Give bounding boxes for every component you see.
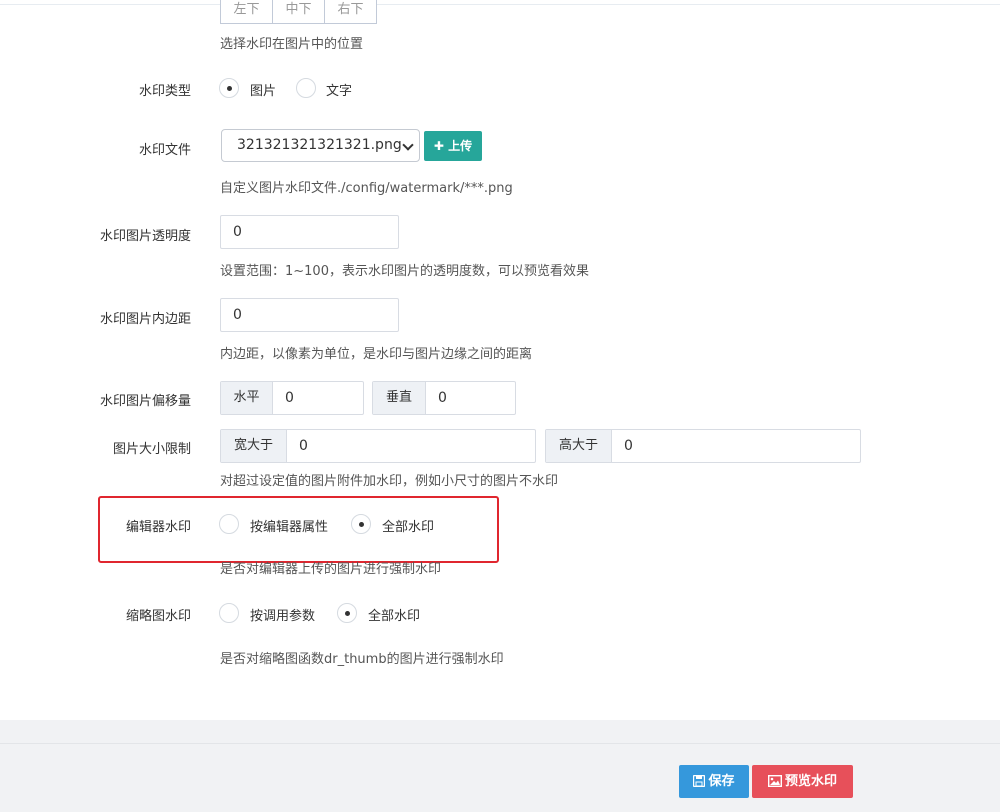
size-width-addon: 宽大于 bbox=[221, 430, 287, 462]
size-height-group: 高大于 0 bbox=[545, 429, 861, 463]
image-icon bbox=[767, 774, 782, 788]
size-width-group: 宽大于 0 bbox=[220, 429, 536, 463]
size-limit-help: 对超过设定值的图片附件加水印，例如小尺寸的图片不水印 bbox=[220, 474, 559, 489]
offset-vertical-addon: 垂直 bbox=[373, 382, 426, 414]
size-height-input[interactable]: 0 bbox=[612, 430, 860, 462]
upload-button-label: 上传 bbox=[448, 139, 473, 153]
save-button[interactable]: 保存 bbox=[679, 765, 749, 798]
position-bottom-center-button[interactable]: 中下 bbox=[273, 0, 325, 23]
thumb-watermark-help: 是否对缩略图函数dr_thumb的图片进行强制水印 bbox=[220, 652, 504, 667]
position-help: 选择水印在图片中的位置 bbox=[220, 37, 364, 52]
size-limit-label: 图片大小限制 bbox=[112, 442, 191, 457]
padding-label: 水印图片内边距 bbox=[99, 312, 191, 327]
opacity-label: 水印图片透明度 bbox=[99, 229, 191, 244]
watermark-type-image-label[interactable]: 图片 bbox=[250, 80, 276, 99]
thumb-watermark-label: 缩略图水印 bbox=[125, 609, 191, 624]
plus-icon: ✚ bbox=[433, 139, 444, 153]
editor-watermark-label: 编辑器水印 bbox=[125, 520, 191, 535]
size-width-input[interactable]: 0 bbox=[287, 430, 535, 462]
chevron-down-icon bbox=[402, 139, 414, 151]
position-bottom-right-button[interactable]: 右下 bbox=[325, 0, 376, 23]
watermark-file-value: 321321321321321.png bbox=[237, 137, 402, 153]
size-height-addon: 高大于 bbox=[546, 430, 612, 462]
editor-watermark-help: 是否对编辑器上传的图片进行强制水印 bbox=[220, 562, 442, 577]
offset-vertical-group: 垂直 0 bbox=[372, 381, 516, 415]
padding-input[interactable]: 0 bbox=[220, 298, 399, 332]
watermark-file-help: 自定义图片水印文件./config/watermark/***.png bbox=[220, 181, 513, 196]
preview-button-label: 预览水印 bbox=[784, 774, 837, 789]
opacity-input[interactable]: 0 bbox=[220, 215, 399, 249]
watermark-type-text-label[interactable]: 文字 bbox=[326, 80, 352, 99]
watermark-file-label: 水印文件 bbox=[138, 143, 191, 158]
thumb-watermark-param-label[interactable]: 按调用参数 bbox=[250, 605, 315, 624]
offset-horizontal-addon: 水平 bbox=[221, 382, 273, 414]
save-button-label: 保存 bbox=[708, 774, 735, 789]
editor-watermark-attr-radio[interactable] bbox=[219, 514, 239, 534]
thumb-watermark-all-label[interactable]: 全部水印 bbox=[368, 605, 420, 624]
position-button-group: 左下 中下 右下 bbox=[220, 0, 377, 24]
offset-horizontal-group: 水平 0 bbox=[220, 381, 364, 415]
form-actions-footer: 保存 预览水印 bbox=[0, 720, 1000, 812]
watermark-type-image-radio[interactable] bbox=[219, 78, 239, 98]
watermark-file-select[interactable]: 321321321321321.png bbox=[221, 129, 420, 162]
editor-watermark-all-radio[interactable] bbox=[351, 514, 371, 534]
thumb-watermark-param-radio[interactable] bbox=[219, 603, 239, 623]
watermark-type-label: 水印类型 bbox=[138, 84, 191, 99]
preview-watermark-button[interactable]: 预览水印 bbox=[752, 765, 853, 798]
opacity-help: 设置范围：1~100，表示水印图片的透明度数，可以预览看效果 bbox=[220, 264, 589, 279]
offset-label: 水印图片偏移量 bbox=[99, 394, 191, 409]
offset-horizontal-input[interactable]: 0 bbox=[273, 382, 363, 414]
position-bottom-left-button[interactable]: 左下 bbox=[221, 0, 273, 23]
footer-divider bbox=[0, 743, 1000, 744]
upload-button[interactable]: ✚ 上传 bbox=[424, 131, 482, 161]
editor-watermark-all-label[interactable]: 全部水印 bbox=[382, 516, 434, 535]
top-divider bbox=[0, 4, 1000, 5]
padding-help: 内边距，以像素为单位，是水印与图片边缘之间的距离 bbox=[220, 347, 533, 362]
thumb-watermark-all-radio[interactable] bbox=[337, 603, 357, 623]
watermark-type-text-radio[interactable] bbox=[296, 78, 316, 98]
save-icon bbox=[693, 774, 706, 788]
editor-watermark-attr-label[interactable]: 按编辑器属性 bbox=[250, 516, 328, 535]
offset-vertical-input[interactable]: 0 bbox=[426, 382, 515, 414]
